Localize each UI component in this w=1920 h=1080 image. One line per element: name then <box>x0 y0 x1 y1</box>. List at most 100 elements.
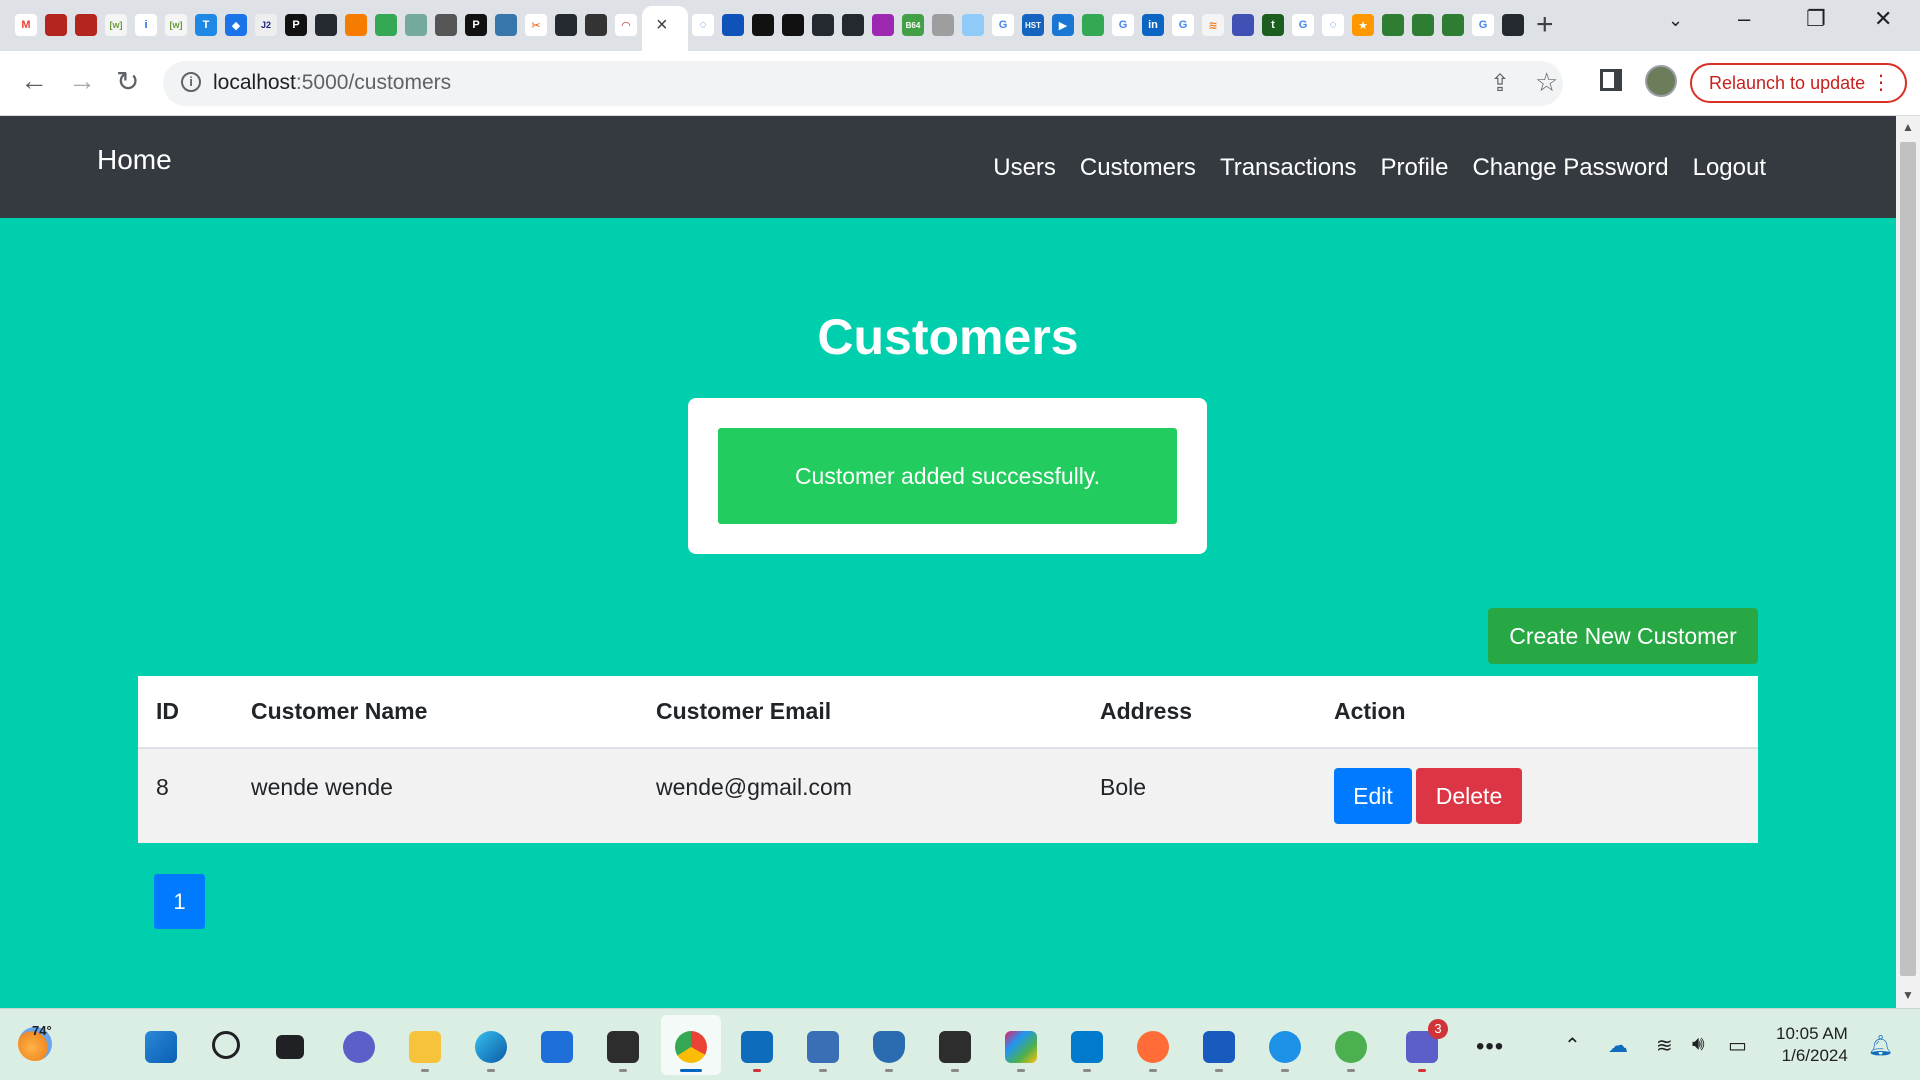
url-text[interactable]: localhost:5000/customers <box>213 71 451 95</box>
site-tab-icon[interactable]: t <box>1262 14 1284 36</box>
back-icon[interactable]: ← <box>20 65 48 97</box>
site-tab-icon[interactable] <box>345 14 367 36</box>
linkedin-tab-icon[interactable]: in <box>1142 14 1164 36</box>
site-tab-icon[interactable] <box>45 14 67 36</box>
reload-icon[interactable]: ↻ <box>116 65 139 98</box>
page-scrollbar[interactable]: ▲ ▼ <box>1896 116 1920 1008</box>
menu-dots-icon[interactable]: ⋮ <box>1871 65 1891 101</box>
edit-button[interactable]: Edit <box>1334 768 1412 824</box>
nav-link-change-password[interactable]: Change Password <box>1472 154 1668 182</box>
delete-button[interactable]: Delete <box>1416 768 1522 824</box>
site-tab-icon[interactable] <box>75 14 97 36</box>
address-bar[interactable]: i localhost:5000/customers ⇪ ☆ <box>163 61 1563 106</box>
google-tab-icon[interactable]: G <box>1292 14 1314 36</box>
wifi-icon[interactable]: ≋ <box>1656 1033 1673 1058</box>
site-tab-icon[interactable] <box>1412 14 1434 36</box>
google-tab-icon[interactable]: G <box>1472 14 1494 36</box>
nav-link-transactions[interactable]: Transactions <box>1220 154 1357 182</box>
site-tab-icon[interactable]: ▶ <box>1052 14 1074 36</box>
onedrive-icon[interactable]: ☁ <box>1608 1033 1628 1058</box>
clock[interactable]: 10:05 AM 1/6/2024 <box>1776 1023 1848 1067</box>
meet-tab-icon[interactable] <box>375 14 397 36</box>
remote-desktop-icon[interactable] <box>807 1031 839 1063</box>
show-hidden-icons-icon[interactable]: ⌃ <box>1564 1033 1581 1058</box>
tab-search-icon[interactable]: ⌄ <box>1668 10 1683 31</box>
site-tab-icon[interactable] <box>962 14 984 36</box>
github-tab-icon[interactable] <box>1502 14 1524 36</box>
teams-chat-icon[interactable] <box>343 1031 375 1063</box>
close-tab-icon[interactable]: × <box>656 14 668 37</box>
medium-tab-icon[interactable] <box>752 14 774 36</box>
github-tab-icon[interactable] <box>555 14 577 36</box>
home-link[interactable]: Home <box>97 144 172 176</box>
edge-icon[interactable] <box>475 1031 507 1063</box>
more-apps-icon[interactable]: ••• <box>1476 1033 1504 1061</box>
site-tab-icon[interactable]: ◠ <box>615 14 637 36</box>
site-tab-icon[interactable] <box>1232 14 1254 36</box>
outlook-icon[interactable] <box>741 1031 773 1063</box>
battery-icon[interactable]: ▭ <box>1728 1033 1747 1058</box>
store-icon[interactable] <box>541 1031 573 1063</box>
google-tab-icon[interactable]: G <box>1172 14 1194 36</box>
site-tab-icon[interactable]: ◆ <box>225 14 247 36</box>
word-icon[interactable] <box>1203 1031 1235 1063</box>
active-tab[interactable]: × <box>642 6 688 51</box>
site-tab-icon[interactable] <box>435 14 457 36</box>
google-tab-icon[interactable]: G <box>1112 14 1134 36</box>
restore-icon[interactable]: ❐ <box>1806 6 1826 32</box>
app-icon[interactable] <box>1335 1031 1367 1063</box>
site-tab-icon[interactable]: HST <box>1022 14 1044 36</box>
postman-icon[interactable] <box>1137 1031 1169 1063</box>
onedrive-tab-icon[interactable] <box>722 14 744 36</box>
notifications-bell-icon[interactable]: 🔔︎ <box>1868 1033 1893 1058</box>
site-tab-icon[interactable]: [w] <box>105 14 127 36</box>
meet-tab-icon[interactable] <box>1082 14 1104 36</box>
bookmark-star-icon[interactable]: ☆ <box>1535 67 1558 98</box>
info-tab-icon[interactable]: i <box>135 14 157 36</box>
chatgpt-tab-icon[interactable] <box>405 14 427 36</box>
minimize-icon[interactable]: – <box>1738 6 1750 32</box>
site-tab-icon[interactable] <box>1382 14 1404 36</box>
google-tab-icon[interactable]: G <box>992 14 1014 36</box>
side-panel-icon[interactable] <box>1600 69 1622 91</box>
pagination-page-1[interactable]: 1 <box>154 874 205 929</box>
create-new-customer-button[interactable]: Create New Customer <box>1488 608 1758 664</box>
site-tab-icon[interactable] <box>872 14 894 36</box>
site-tab-icon[interactable]: [w] <box>165 14 187 36</box>
nav-link-users[interactable]: Users <box>993 154 1056 182</box>
profile-avatar[interactable] <box>1645 65 1677 97</box>
app-icon[interactable] <box>1005 1031 1037 1063</box>
site-tab-icon[interactable] <box>1442 14 1464 36</box>
nav-link-profile[interactable]: Profile <box>1380 154 1448 182</box>
docker-icon[interactable] <box>1269 1031 1301 1063</box>
site-tab-icon[interactable]: ◌ <box>1322 14 1344 36</box>
search-icon[interactable] <box>212 1031 240 1059</box>
terminal-icon[interactable] <box>939 1031 971 1063</box>
site-tab-icon[interactable]: ★ <box>1352 14 1374 36</box>
git-tool-icon[interactable] <box>607 1031 639 1063</box>
nav-link-customers[interactable]: Customers <box>1080 154 1196 182</box>
scrollbar-thumb[interactable] <box>1900 142 1916 976</box>
forward-icon[interactable]: → <box>68 65 96 97</box>
site-tab-icon[interactable] <box>585 14 607 36</box>
scroll-down-icon[interactable]: ▼ <box>1902 988 1914 1002</box>
security-icon[interactable] <box>873 1031 905 1063</box>
site-tab-icon[interactable]: ✂ <box>525 14 547 36</box>
site-tab-icon[interactable]: ≋ <box>1202 14 1224 36</box>
site-tab-icon[interactable] <box>932 14 954 36</box>
chrome-icon[interactable] <box>675 1031 707 1063</box>
medium-tab-icon[interactable] <box>782 14 804 36</box>
github-tab-icon[interactable] <box>315 14 337 36</box>
volume-icon[interactable]: 🔊︎ <box>1692 1033 1705 1056</box>
close-window-icon[interactable]: ✕ <box>1874 6 1892 32</box>
github-tab-icon[interactable] <box>812 14 834 36</box>
site-info-icon[interactable]: i <box>181 72 201 92</box>
start-icon[interactable] <box>145 1031 177 1063</box>
share-icon[interactable]: ⇪ <box>1490 69 1510 98</box>
site-tab-icon[interactable]: J2 <box>255 14 277 36</box>
gmail-tab-icon[interactable]: M <box>15 14 37 36</box>
site-tab-icon[interactable]: T <box>195 14 217 36</box>
scroll-up-icon[interactable]: ▲ <box>1902 120 1914 134</box>
new-tab-button[interactable]: + <box>1536 8 1554 42</box>
relaunch-button[interactable]: Relaunch to update ⋮ <box>1690 63 1907 103</box>
